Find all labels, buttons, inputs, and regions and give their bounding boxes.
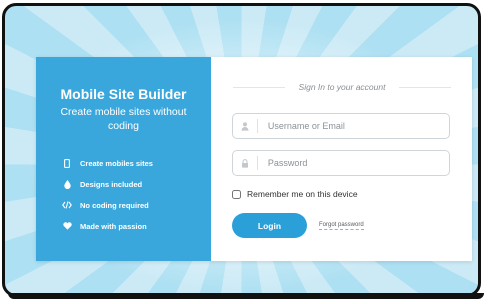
username-input[interactable]: [257, 120, 449, 132]
feature-item: Designs included: [62, 178, 153, 190]
heart-icon: [62, 222, 72, 230]
signin-panel: Sign In to your account Remember me on t…: [211, 57, 472, 261]
feature-label: Create mobiles sites: [80, 158, 153, 168]
feature-item: Create mobiles sites: [62, 157, 153, 169]
code-icon: [62, 201, 72, 209]
droplet-icon: [62, 179, 72, 189]
mobile-icon: [62, 158, 72, 168]
frame-shadow: [8, 293, 484, 299]
feature-list: Create mobiles sites Designs included No…: [62, 157, 153, 241]
password-field[interactable]: [232, 150, 450, 176]
username-field[interactable]: [232, 113, 450, 139]
brand-title: Mobile Site Builder: [60, 86, 187, 102]
user-icon: [233, 119, 258, 133]
divider: [399, 86, 452, 88]
signin-heading: Sign In to your account: [233, 82, 452, 92]
remember-me[interactable]: Remember me on this device: [232, 189, 358, 199]
forgot-password-link[interactable]: Forgot password: [319, 222, 364, 230]
feature-item: Made with passion: [62, 220, 153, 232]
brand-panel: Mobile Site Builder Create mobile sites …: [36, 57, 211, 261]
divider: [233, 86, 285, 88]
feature-label: Designs included: [80, 179, 143, 189]
feature-label: Made with passion: [80, 221, 147, 231]
feature-item: No coding required: [62, 199, 153, 211]
browser-frame: Mobile Site Builder Create mobile sites …: [2, 3, 481, 297]
lock-icon: [233, 156, 258, 170]
login-button[interactable]: Login: [232, 213, 307, 238]
remember-checkbox[interactable]: [232, 189, 241, 199]
password-input[interactable]: [257, 157, 449, 169]
brand-subtitle: Create mobile sites without coding: [60, 106, 187, 132]
signin-heading-text: Sign In to your account: [298, 82, 386, 92]
remember-label: Remember me on this device: [247, 189, 358, 199]
login-card: Mobile Site Builder Create mobile sites …: [36, 57, 472, 261]
feature-label: No coding required: [80, 200, 149, 210]
